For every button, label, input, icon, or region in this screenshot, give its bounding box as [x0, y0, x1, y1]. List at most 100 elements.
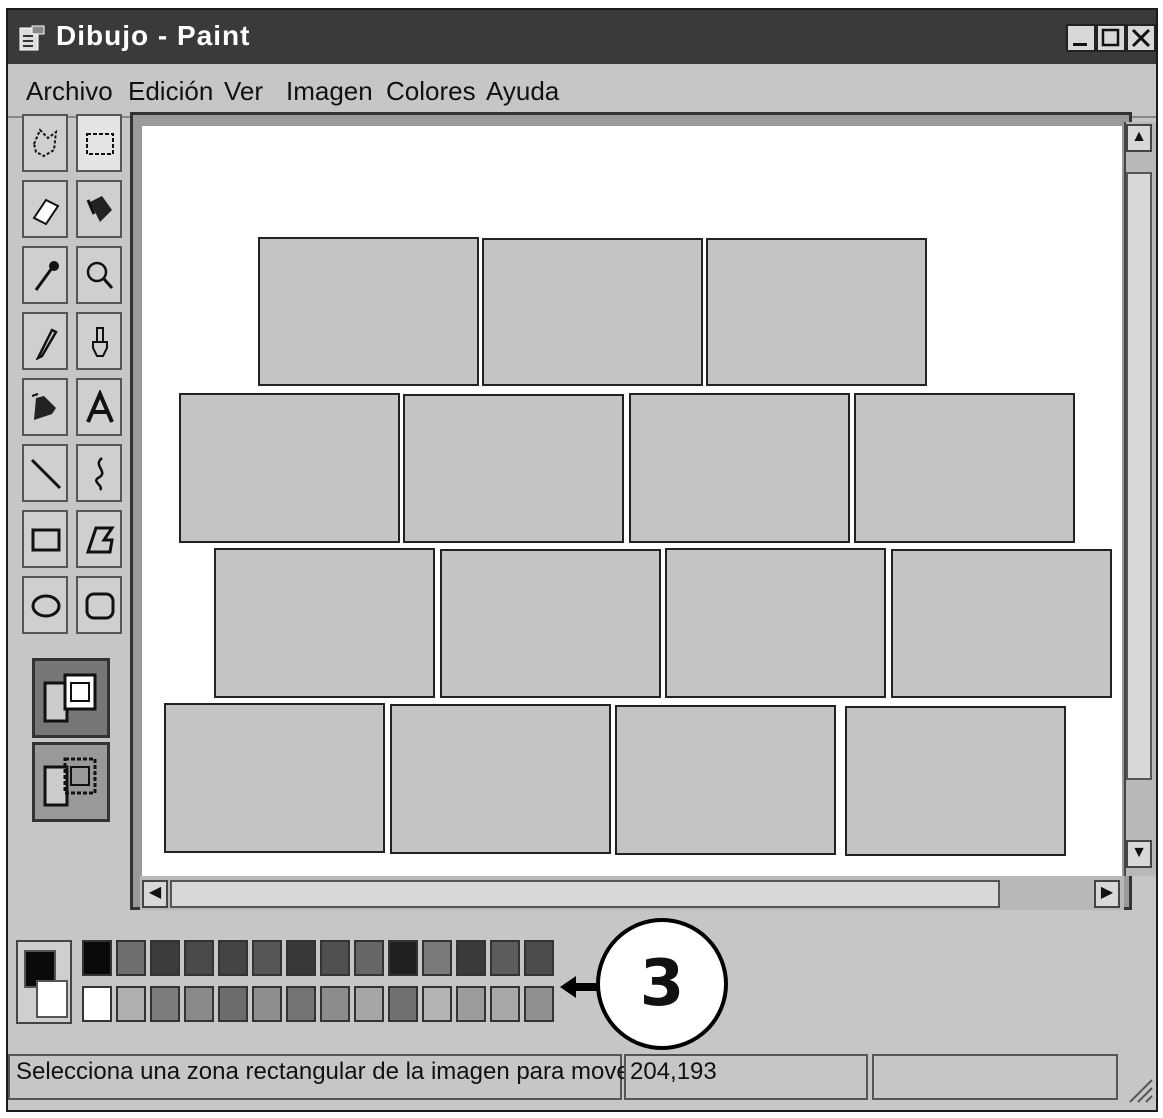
background-color[interactable] — [36, 980, 68, 1018]
tool-rectangle[interactable] — [22, 510, 68, 568]
color-picker-icon — [34, 261, 59, 291]
palette-swatch[interactable] — [524, 940, 554, 976]
minimize-button[interactable] — [1066, 24, 1096, 52]
tool-polygon[interactable] — [76, 510, 122, 568]
tool-rect-select[interactable] — [76, 114, 122, 172]
menu-ayuda[interactable]: Ayuda — [486, 76, 559, 107]
brick — [891, 549, 1112, 698]
tool-brush[interactable] — [76, 312, 122, 370]
palette-swatch[interactable] — [524, 986, 554, 1022]
title-bar[interactable]: Dibujo - Paint — [8, 10, 1156, 64]
palette-swatch[interactable] — [456, 940, 486, 976]
tool-fill[interactable] — [76, 180, 122, 238]
text-icon — [86, 390, 114, 423]
brick — [845, 706, 1066, 856]
menu-bar: Archivo Edición Ver Imagen Colores Ayuda — [8, 64, 1156, 118]
close-icon — [1131, 28, 1151, 48]
tool-ellipse[interactable] — [22, 576, 68, 634]
rect-select-icon — [86, 133, 114, 155]
pencil-icon — [35, 328, 58, 360]
minimize-icon — [1073, 43, 1087, 46]
palette-swatch[interactable] — [286, 940, 316, 976]
brick — [179, 393, 400, 543]
horizontal-scroll-thumb[interactable] — [170, 880, 1000, 908]
palette-swatch[interactable] — [354, 986, 384, 1022]
palette-swatch[interactable] — [490, 940, 520, 976]
scroll-up-button[interactable]: ▲ — [1126, 124, 1152, 152]
line-icon — [30, 458, 62, 490]
arrow-right-icon: ▶ — [1100, 884, 1114, 901]
palette-swatch[interactable] — [320, 940, 350, 976]
palette-swatch[interactable] — [422, 986, 452, 1022]
arrow-left-icon: ◀ — [148, 884, 162, 901]
scroll-down-button[interactable]: ▼ — [1126, 840, 1152, 868]
option-opaque-background[interactable] — [32, 658, 110, 738]
tool-line[interactable] — [22, 444, 68, 502]
palette-swatch[interactable] — [116, 940, 146, 976]
palette-swatch[interactable] — [82, 940, 112, 976]
resize-grip-icon[interactable] — [1124, 1074, 1154, 1104]
palette-swatch[interactable] — [456, 986, 486, 1022]
brick — [615, 705, 836, 855]
tool-airbrush[interactable] — [22, 378, 68, 436]
menu-archivo[interactable]: Archivo — [26, 76, 113, 107]
palette-swatch[interactable] — [184, 940, 214, 976]
vertical-scroll-thumb[interactable] — [1126, 172, 1152, 780]
brick — [403, 394, 624, 543]
scroll-left-button[interactable]: ◀ — [142, 880, 168, 908]
menu-colores[interactable]: Colores — [386, 76, 476, 107]
palette-swatch[interactable] — [150, 986, 180, 1022]
status-size-cell — [872, 1054, 1118, 1100]
palette-swatch[interactable] — [422, 940, 452, 976]
tool-magnifier[interactable] — [76, 246, 122, 304]
brick — [390, 704, 611, 854]
transparent-background-icon — [43, 757, 97, 807]
brick — [706, 238, 927, 386]
palette-swatch[interactable] — [252, 986, 282, 1022]
scroll-right-button[interactable]: ▶ — [1094, 880, 1120, 908]
current-colors[interactable] — [16, 940, 72, 1024]
status-coords: 204,193 — [630, 1058, 717, 1085]
palette-swatch[interactable] — [184, 986, 214, 1022]
palette-swatch[interactable] — [252, 940, 282, 976]
menu-imagen[interactable]: Imagen — [286, 76, 373, 107]
palette-swatch[interactable] — [490, 986, 520, 1022]
paint-app-icon — [19, 25, 45, 51]
free-select-icon — [32, 128, 58, 158]
rectangle-icon — [31, 528, 61, 552]
tool-pencil[interactable] — [22, 312, 68, 370]
close-button[interactable] — [1126, 24, 1156, 52]
arrow-down-icon: ▼ — [1131, 844, 1147, 861]
palette-swatch[interactable] — [218, 940, 248, 976]
palette-swatch[interactable] — [116, 986, 146, 1022]
rounded-rect-icon — [85, 592, 115, 620]
brick — [440, 549, 661, 698]
palette-swatch[interactable] — [150, 940, 180, 976]
curve-icon — [95, 457, 104, 491]
tool-text[interactable] — [76, 378, 122, 436]
opaque-background-icon — [43, 673, 97, 723]
menu-ver[interactable]: Ver — [224, 76, 263, 107]
palette-swatch[interactable] — [388, 940, 418, 976]
palette-swatch[interactable] — [82, 986, 112, 1022]
tool-rounded-rect[interactable] — [76, 576, 122, 634]
option-transparent-background[interactable] — [32, 742, 110, 822]
palette-swatch[interactable] — [354, 940, 384, 976]
tool-curve[interactable] — [76, 444, 122, 502]
brush-icon — [92, 327, 108, 357]
magnifier-icon — [86, 261, 114, 289]
airbrush-icon — [31, 393, 56, 420]
tool-eraser[interactable] — [22, 180, 68, 238]
brick — [482, 238, 703, 386]
window-title: Dibujo - Paint — [56, 20, 251, 51]
menu-edicion[interactable]: Edición — [128, 76, 213, 107]
eraser-icon — [32, 198, 60, 226]
tool-color-picker[interactable] — [22, 246, 68, 304]
fill-bucket-icon — [86, 196, 112, 222]
palette-swatch[interactable] — [286, 986, 316, 1022]
palette-swatch[interactable] — [320, 986, 350, 1022]
tool-free-select[interactable] — [22, 114, 68, 172]
palette-swatch[interactable] — [218, 986, 248, 1022]
maximize-button[interactable] — [1096, 24, 1126, 52]
palette-swatch[interactable] — [388, 986, 418, 1022]
